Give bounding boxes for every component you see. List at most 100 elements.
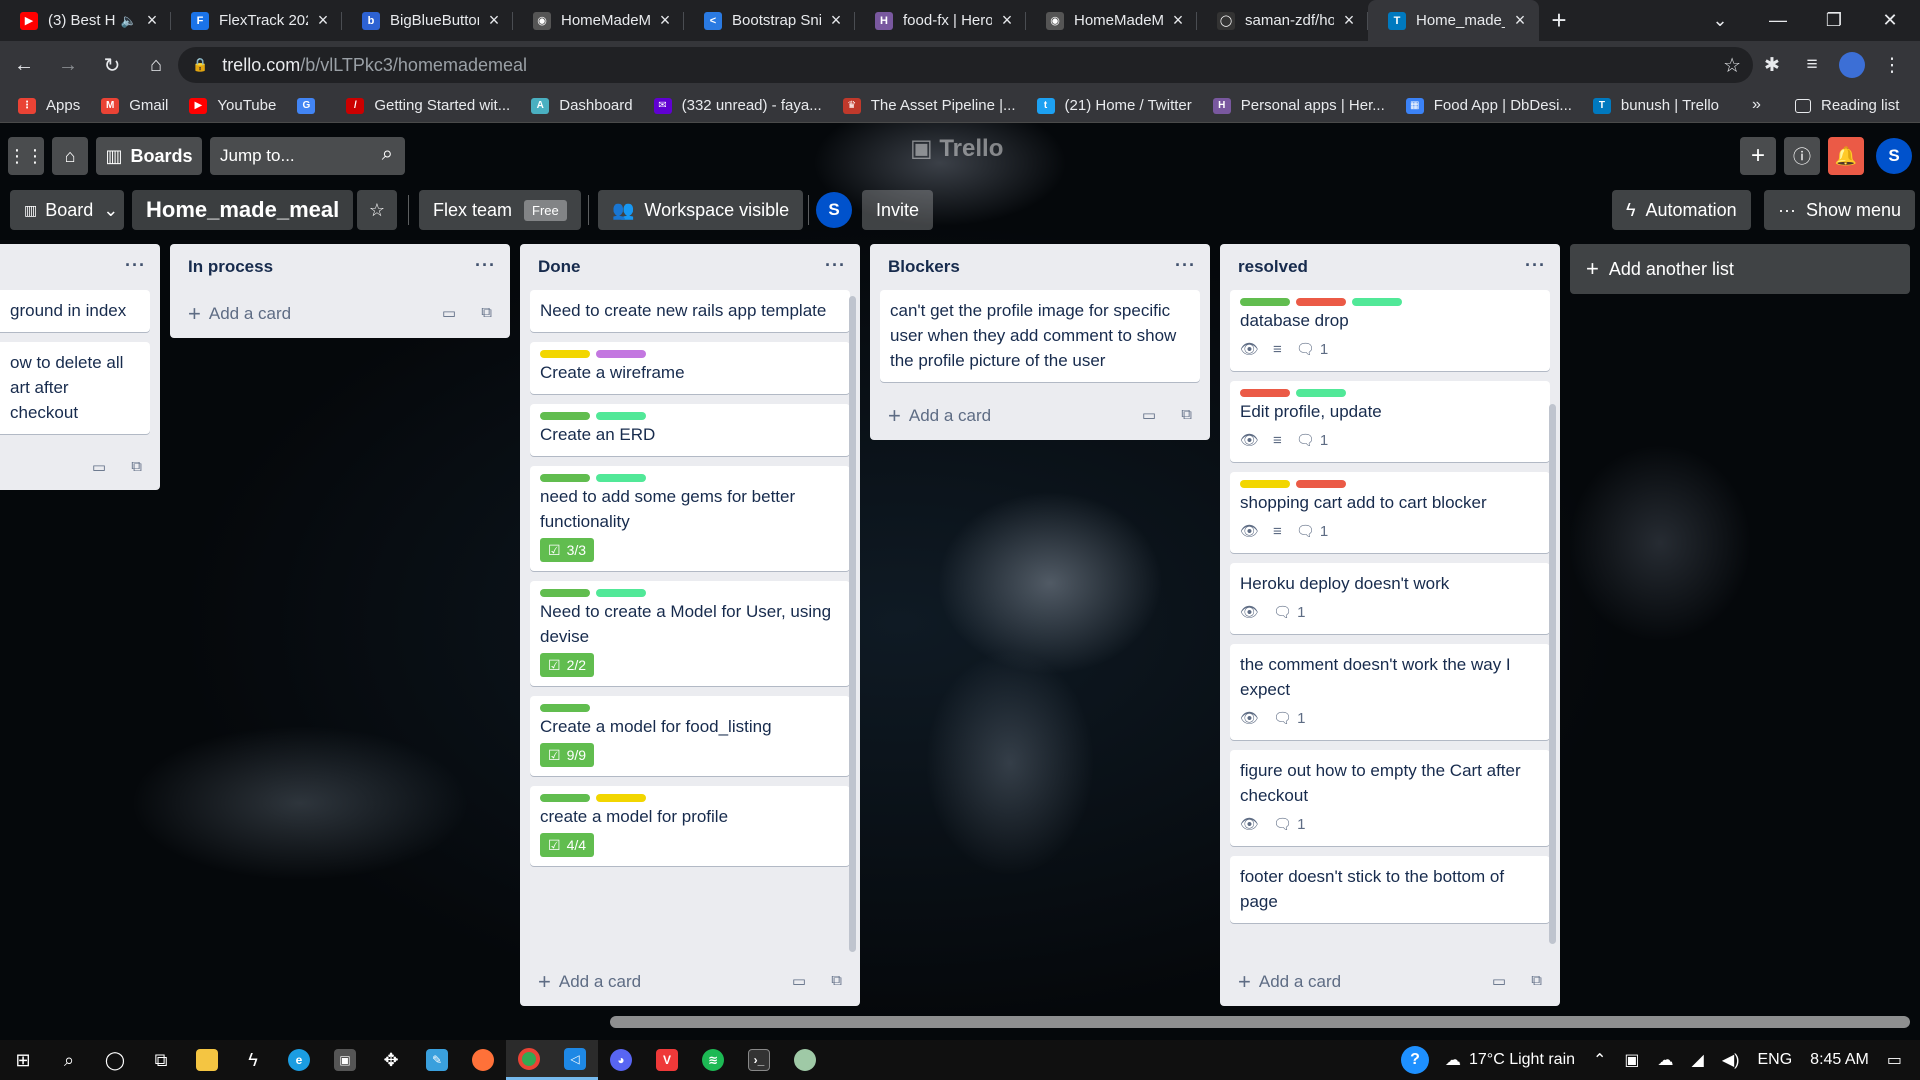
tab-close-icon[interactable]: × (314, 10, 332, 31)
weather-text[interactable]: 17°C Light rain (1469, 1051, 1575, 1069)
browser-tab[interactable]: ◉ HomeMadeMe × (1026, 0, 1197, 41)
tab-close-icon[interactable]: × (1340, 10, 1358, 31)
invite-button[interactable]: Invite (862, 190, 934, 230)
card[interactable]: ow to delete all art after checkout (0, 342, 150, 434)
card[interactable]: Edit profile, update 👁 ≡ 🗨 1 (1230, 381, 1550, 462)
add-card-button[interactable]: + Add a card ▭ ⧉ (870, 392, 1210, 440)
dropbox-icon[interactable]: ✥ (368, 1040, 414, 1080)
bookmark-item[interactable]: M Gmail (101, 97, 168, 114)
list-menu-icon[interactable]: ··· (475, 255, 496, 276)
chrome-menu-icon[interactable]: ⋮ (1872, 45, 1912, 85)
app-icon[interactable] (782, 1040, 828, 1080)
show-menu-button[interactable]: ··· Show menu (1764, 190, 1916, 230)
apps-switcher-icon[interactable]: ⋮⋮ (8, 137, 44, 175)
bookmark-item[interactable]: ⋮ Apps (18, 97, 80, 114)
card-label[interactable] (540, 589, 590, 597)
clock[interactable]: 8:45 AM (1810, 1051, 1869, 1069)
card[interactable]: Create a wireframe (530, 342, 850, 394)
language-indicator[interactable]: ENG (1758, 1051, 1793, 1069)
home-board-icon[interactable]: ⌂ (52, 137, 88, 175)
volume-icon[interactable]: ◀) (1722, 1050, 1740, 1070)
card[interactable]: shopping cart add to cart blocker 👁 ≡ 🗨 1 (1230, 472, 1550, 553)
card-label[interactable] (596, 474, 646, 482)
restore-icon[interactable]: ❐ (1806, 0, 1862, 41)
card[interactable]: Heroku deploy doesn't work 👁 🗨 1 (1230, 563, 1550, 634)
spotify-icon[interactable]: ≋ (690, 1040, 736, 1080)
forward-icon[interactable]: → (48, 45, 88, 85)
card[interactable]: Create a model for food_listing ☑ 9/9 (530, 696, 850, 776)
bookmark-item[interactable]: t (21) Home / Twitter (1036, 97, 1192, 114)
firefox-icon[interactable] (460, 1040, 506, 1080)
bookmark-item[interactable]: A Dashboard (531, 97, 633, 114)
tab-close-icon[interactable]: × (485, 10, 503, 31)
card-label[interactable] (1296, 389, 1346, 397)
back-icon[interactable]: ← (4, 45, 44, 85)
tab-close-icon[interactable]: × (656, 10, 674, 31)
add-card-button[interactable]: + Add a card ▭ ⧉ (170, 290, 510, 338)
add-card-button[interactable]: + Add a card ▭ ⧉ (1220, 958, 1560, 1006)
profile-icon[interactable] (1832, 45, 1872, 85)
reload-icon[interactable]: ↻ (92, 45, 132, 85)
tab-close-icon[interactable]: × (827, 10, 845, 31)
terminal-bolt-icon[interactable]: ϟ (230, 1040, 276, 1080)
user-avatar[interactable]: S (1876, 138, 1912, 174)
store-icon[interactable]: ▣ (322, 1040, 368, 1080)
card[interactable]: database drop 👁 ≡ 🗨 1 (1230, 290, 1550, 371)
create-icon[interactable]: + (1740, 137, 1776, 175)
meet-icon[interactable]: ▣ (1624, 1050, 1639, 1070)
taskbar-search-icon[interactable]: ⌕ (46, 1040, 92, 1080)
browser-tab[interactable]: ◯ saman-zdf/hom × (1197, 0, 1368, 41)
notifications-icon[interactable]: 🔔 (1828, 137, 1864, 175)
tab-close-icon[interactable]: × (1169, 10, 1187, 31)
card-label[interactable] (596, 794, 646, 802)
tab-close-icon[interactable]: × (143, 10, 161, 31)
card[interactable]: Need to create new rails app template (530, 290, 850, 332)
bookmark-item[interactable]: H Personal apps | Her... (1212, 97, 1385, 114)
browser-tab[interactable]: F FlexTrack 2021 × (171, 0, 342, 41)
camera-icon[interactable]: ▭ (1492, 972, 1506, 990)
bookmark-item[interactable]: / Getting Started wit... (346, 97, 510, 114)
card[interactable]: footer doesn't stick to the bottom of pa… (1230, 856, 1550, 923)
card-label[interactable] (540, 704, 590, 712)
card-label[interactable] (1240, 480, 1290, 488)
list-menu-icon[interactable]: ··· (1175, 255, 1196, 276)
card-label[interactable] (540, 350, 590, 358)
list-menu-icon[interactable]: ··· (825, 255, 846, 276)
camera-icon[interactable]: ▭ (442, 304, 456, 322)
template-icon[interactable]: ⧉ (831, 972, 842, 989)
chrome-icon[interactable] (506, 1040, 552, 1080)
help-icon[interactable]: ? (1401, 1046, 1429, 1074)
visibility-button[interactable]: 👥 Workspace visible (598, 190, 804, 230)
card[interactable]: the comment doesn't work the way I expec… (1230, 644, 1550, 740)
card[interactable]: figure out how to empty the Cart after c… (1230, 750, 1550, 846)
card-label[interactable] (540, 794, 590, 802)
card-label[interactable] (1240, 298, 1290, 306)
card[interactable]: Need to create a Model for User, using d… (530, 581, 850, 686)
vscode-icon[interactable]: ◁ (552, 1040, 598, 1080)
boards-button[interactable]: ▥ Boards (96, 137, 202, 175)
board-view-switcher[interactable]: ▥ Board ⌄ (10, 190, 124, 230)
list-scrollbar[interactable] (849, 296, 856, 952)
browser-tab[interactable]: b BigBlueButton × (342, 0, 513, 41)
trello-logo[interactable]: ▣ Trello (910, 134, 1003, 163)
reading-list-button[interactable]: Reading list (1795, 97, 1899, 114)
template-icon[interactable]: ⧉ (131, 458, 142, 475)
file-explorer-icon[interactable] (184, 1040, 230, 1080)
media-queue-icon[interactable]: ≡ (1792, 45, 1832, 85)
info-icon[interactable]: ⓘ (1784, 137, 1820, 175)
template-icon[interactable]: ⧉ (1531, 972, 1542, 989)
cortana-icon[interactable]: ◯ (92, 1040, 138, 1080)
card[interactable]: need to add some gems for better functio… (530, 466, 850, 571)
list-scrollbar[interactable] (1549, 404, 1556, 944)
camera-icon[interactable]: ▭ (92, 458, 106, 476)
minimize-icon[interactable]: — (1750, 0, 1806, 41)
card[interactable]: create a model for profile ☑ 4/4 (530, 786, 850, 866)
add-list-button[interactable]: + Add another list (1570, 244, 1910, 294)
automation-button[interactable]: ϟ Automation (1612, 190, 1751, 230)
template-icon[interactable]: ⧉ (481, 304, 492, 321)
tab-close-icon[interactable]: × (1511, 10, 1529, 31)
card-label[interactable] (540, 474, 590, 482)
bookmark-item[interactable]: ▶ YouTube (189, 97, 276, 114)
windows-start-icon[interactable]: ⊞ (0, 1040, 46, 1080)
tab-search-icon[interactable]: ⌄ (1692, 0, 1748, 41)
